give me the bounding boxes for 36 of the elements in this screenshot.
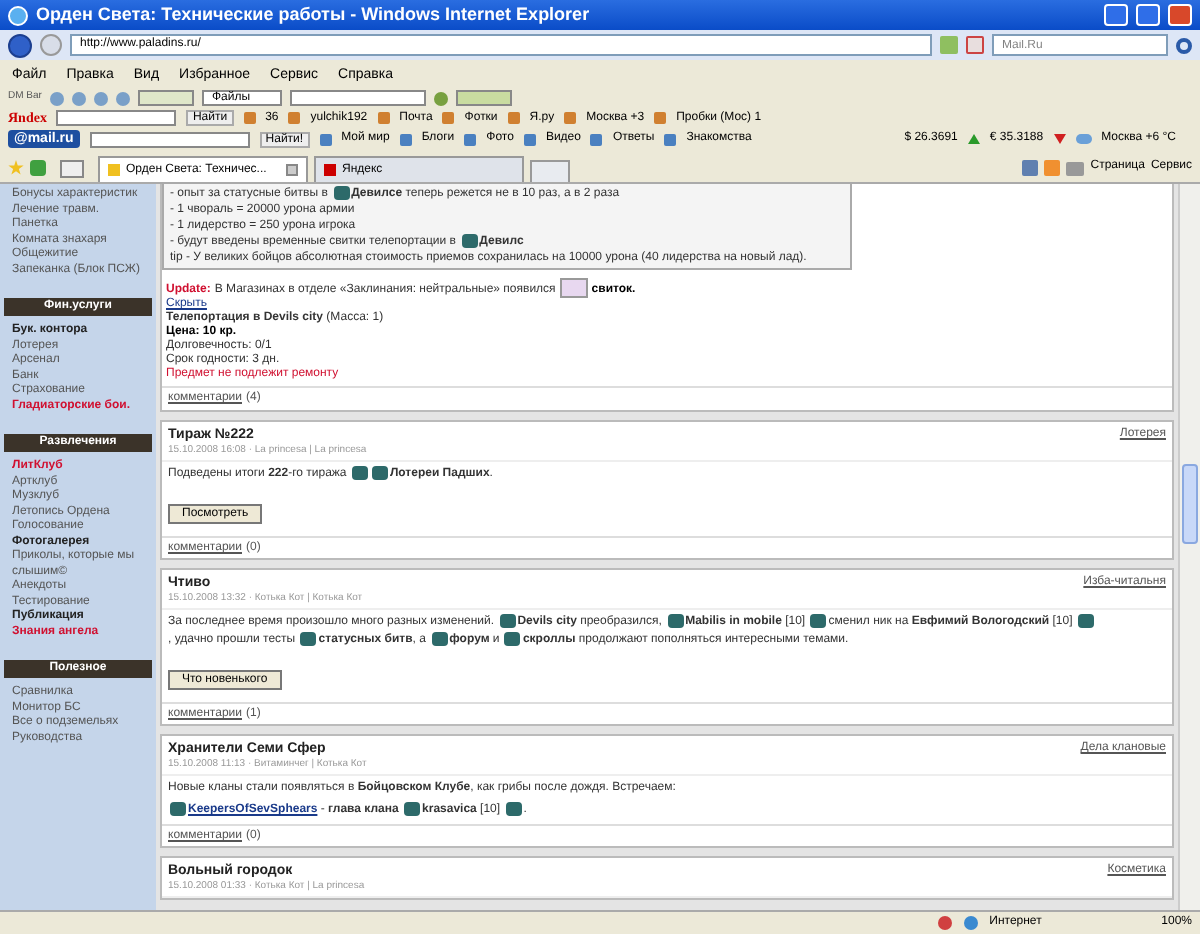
small-emblem-icon: [333, 186, 350, 200]
small-emblem-icon: [404, 802, 421, 817]
page-icon: [108, 164, 120, 176]
close-button[interactable]: [1168, 4, 1192, 26]
close-icon: [286, 164, 298, 176]
toolbar-icon: [243, 112, 256, 124]
small-emblem-icon: [170, 802, 186, 817]
quick-tabs-icon: [60, 160, 84, 178]
stop-button[interactable]: [966, 36, 984, 54]
small-emblem-icon: [1077, 614, 1094, 629]
input-field: [56, 110, 177, 126]
vertical-scrollbar[interactable]: [1178, 184, 1200, 910]
window-title: Орден Света: Технические работы - Windows Internet Explorer: [36, 1, 592, 28]
small-emblem-icon: [667, 614, 684, 629]
small-emblem-icon: [461, 234, 478, 249]
globe-icon: [963, 916, 978, 930]
minimize-button[interactable]: [1104, 4, 1128, 26]
up-arrow-icon: [967, 134, 980, 144]
down-arrow-icon: [1053, 134, 1066, 144]
back-button[interactable]: [8, 33, 32, 57]
page-icon: [324, 164, 336, 176]
cloud-icon: [1075, 134, 1092, 144]
toolbar-icon: [319, 133, 332, 145]
maximize-button[interactable]: [1136, 4, 1160, 26]
toolbar-icon: [288, 112, 301, 124]
input-field: [289, 90, 426, 106]
add-favorite-icon: [30, 160, 46, 176]
browser-icon: [8, 5, 28, 25]
forward-button[interactable]: [40, 34, 62, 56]
small-emblem-icon: [505, 802, 522, 817]
small-emblem-icon: [810, 614, 827, 629]
search-icon: [1176, 37, 1192, 53]
new-tab-button[interactable]: [530, 160, 570, 182]
small-emblem-icon: [300, 632, 317, 647]
small-emblem-icon: [431, 632, 448, 647]
scroll-item-icon: [559, 278, 588, 299]
